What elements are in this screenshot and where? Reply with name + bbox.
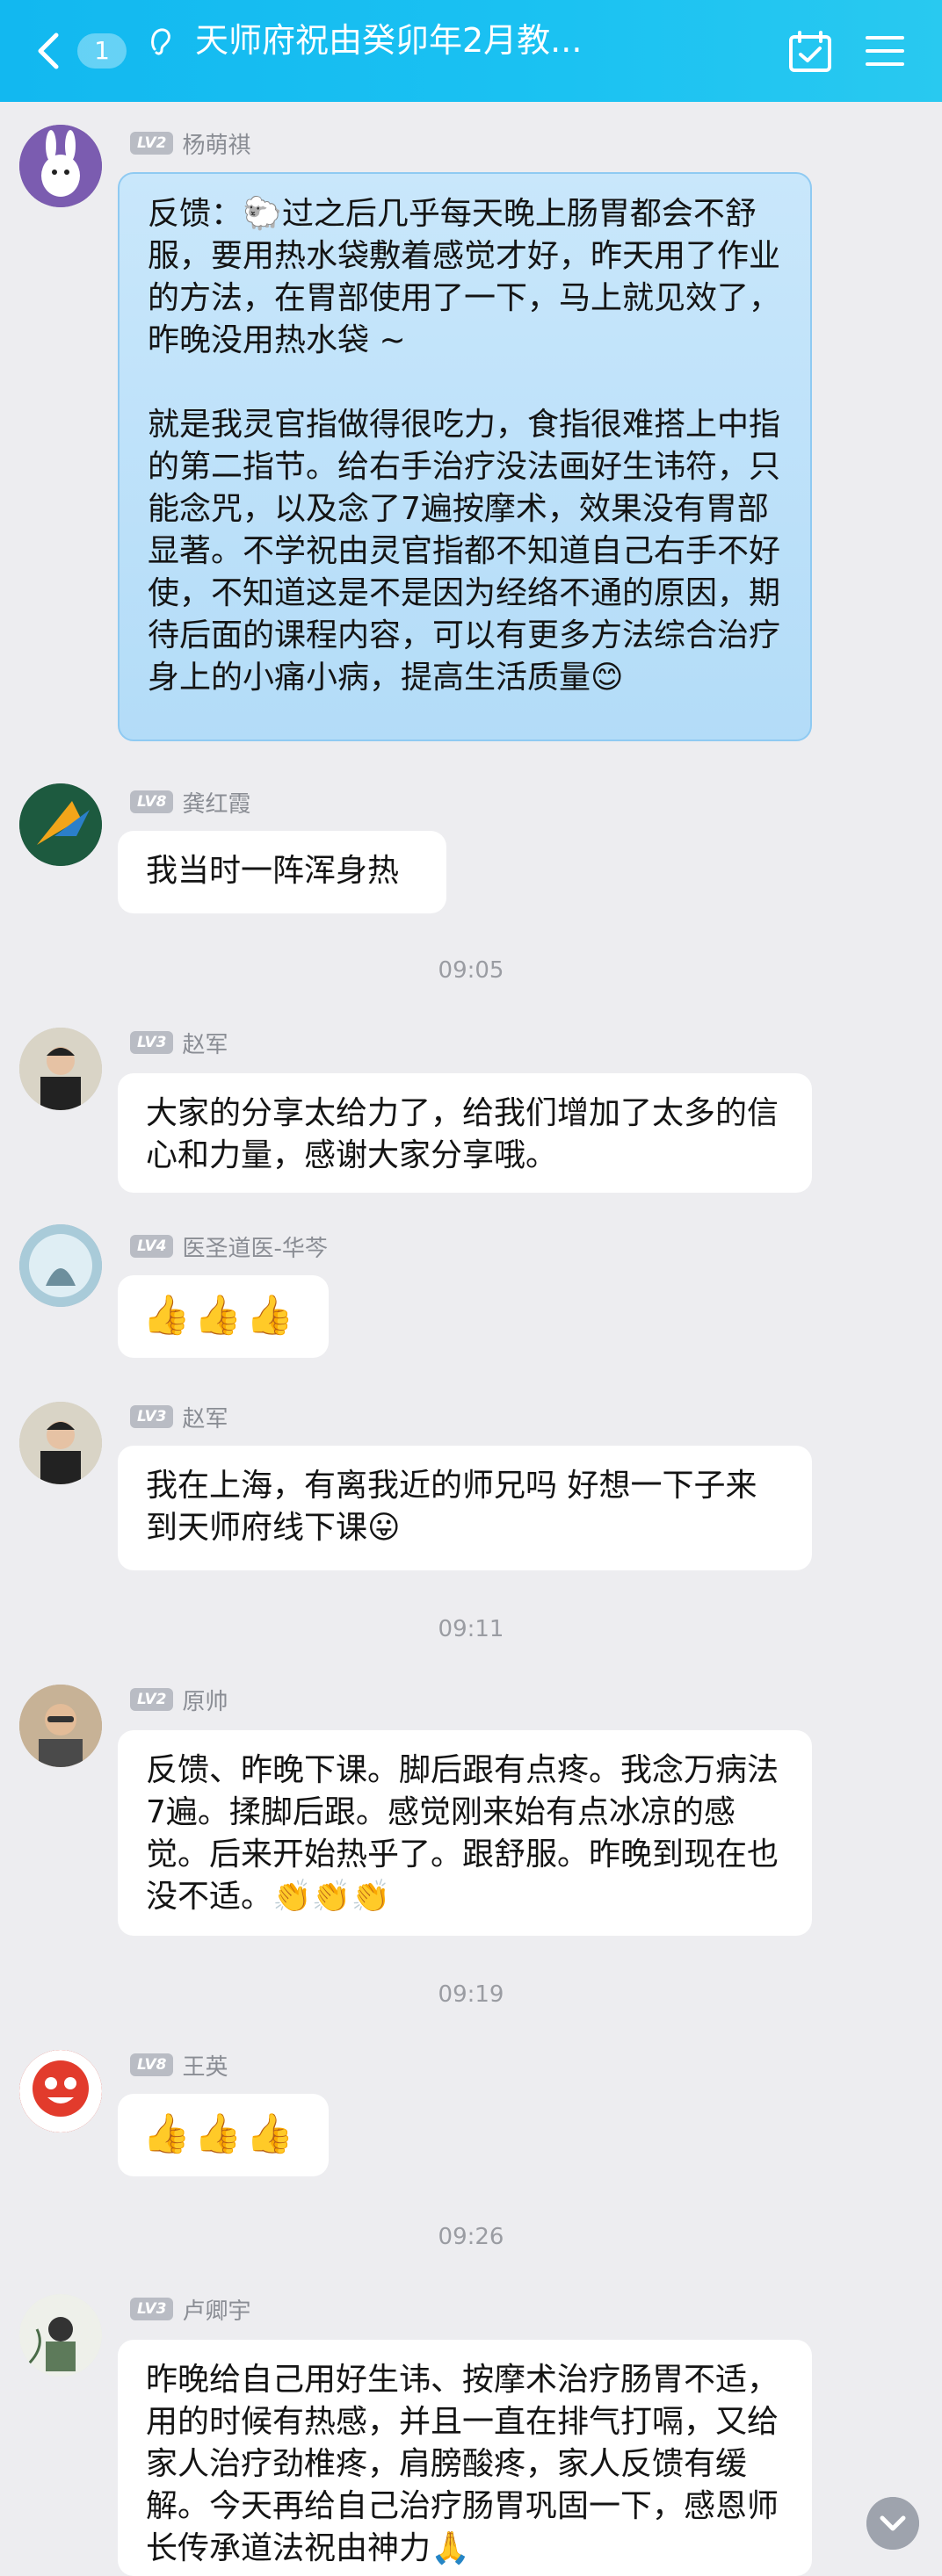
chat-header: 1 天师府祝由癸卯年2月教... <box>0 0 942 102</box>
level-badge: LV3 <box>130 1405 174 1428</box>
message-bubble[interactable]: 👍👍👍 <box>118 2094 329 2176</box>
sender-name[interactable]: 赵军 <box>182 1027 228 1059</box>
menu-icon[interactable] <box>865 33 905 69</box>
thumbs-up-icon: 👍👍👍 <box>142 2111 298 2156</box>
sender-name[interactable]: 卢卿宇 <box>182 2293 250 2326</box>
back-arrow-icon[interactable] <box>32 30 67 72</box>
avatar[interactable] <box>19 2294 102 2377</box>
message-bubble[interactable]: 我当时一阵浑身热 <box>118 831 446 913</box>
avatar[interactable] <box>19 1685 102 1767</box>
sender-meta: LV2 杨萌祺 <box>130 127 251 160</box>
scroll-down-icon[interactable] <box>866 2497 919 2550</box>
sender-name[interactable]: 医圣道医-华芩 <box>182 1230 327 1263</box>
avatar[interactable] <box>19 2050 102 2132</box>
level-badge: LV8 <box>130 790 174 813</box>
calendar-check-icon[interactable] <box>787 30 833 74</box>
sender-name[interactable]: 原帅 <box>182 1684 228 1716</box>
sender-meta: LV2 原帅 <box>130 1684 228 1716</box>
timestamp: 09:19 <box>438 1981 504 2008</box>
sender-meta: LV3 赵军 <box>130 1402 228 1432</box>
message-text: 反馈：🐑过之后几乎每天晚上肠胃都会不舒服，要用热水袋敷着感觉才好，昨天用了作业的… <box>148 196 781 696</box>
ear-icon <box>151 28 170 55</box>
sender-meta: LV3 卢卿宇 <box>130 2293 251 2326</box>
message-bubble[interactable]: 👍👍👍 <box>118 1275 329 1358</box>
level-badge: LV4 <box>130 1235 174 1258</box>
message-text: 昨晚给自己用好生讳、按摩术治疗肠胃不适，用的时候有热感，并且一直在排气打嗝，又给… <box>146 2362 779 2566</box>
avatar[interactable] <box>19 1224 102 1307</box>
sender-meta: LV8 龚红霞 <box>130 786 251 819</box>
sender-meta: LV4 医圣道医-华芩 <box>130 1230 328 1263</box>
timestamp: 09:11 <box>438 1616 504 1642</box>
sender-name[interactable]: 王英 <box>182 2049 228 2082</box>
avatar[interactable] <box>19 1028 102 1110</box>
sender-name[interactable]: 赵军 <box>182 1401 228 1433</box>
level-badge: LV8 <box>130 2053 174 2076</box>
unread-count-badge[interactable]: 1 <box>77 33 127 69</box>
message-bubble[interactable]: 大家的分享太给力了，给我们增加了太多的信心和力量，感谢大家分享哦。 <box>118 1073 812 1193</box>
avatar[interactable] <box>19 1402 102 1484</box>
chat-title: 天师府祝由癸卯年2月教... <box>195 21 583 60</box>
level-badge: LV3 <box>130 2298 174 2320</box>
timestamp: 09:26 <box>438 2224 504 2250</box>
message-bubble[interactable]: 反馈：🐑过之后几乎每天晚上肠胃都会不舒服，要用热水袋敷着感觉才好，昨天用了作业的… <box>118 172 812 741</box>
level-badge: LV2 <box>130 1688 174 1711</box>
sender-name[interactable]: 龚红霞 <box>182 786 250 819</box>
sender-meta: LV3 赵军 <box>130 1027 228 1059</box>
thumbs-up-icon: 👍👍👍 <box>142 1293 298 1338</box>
message-text: 我在上海，有离我近的师兄吗 好想一下子来到天师府线下课😛 <box>146 1468 757 1546</box>
level-badge: LV3 <box>130 1031 174 1054</box>
message-bubble[interactable]: 昨晚给自己用好生讳、按摩术治疗肠胃不适，用的时候有热感，并且一直在排气打嗝，又给… <box>118 2340 812 2576</box>
message-text: 我当时一阵浑身热 <box>146 853 400 889</box>
avatar[interactable] <box>19 125 102 207</box>
message-bubble[interactable]: 我在上海，有离我近的师兄吗 好想一下子来到天师府线下课😛 <box>118 1446 812 1570</box>
timestamp: 09:05 <box>438 957 504 984</box>
avatar[interactable] <box>19 783 102 866</box>
sender-name[interactable]: 杨萌祺 <box>182 127 250 160</box>
level-badge: LV2 <box>130 132 174 155</box>
message-text: 大家的分享太给力了，给我们增加了太多的信心和力量，感谢大家分享哦。 <box>146 1095 779 1173</box>
message-text: 反馈、昨晚下课。脚后跟有点疼。我念万病法7遍。揉脚后跟。感觉刚来始有点冰凉的感觉… <box>146 1752 779 1915</box>
message-bubble[interactable]: 反馈、昨晚下课。脚后跟有点疼。我念万病法7遍。揉脚后跟。感觉刚来始有点冰凉的感觉… <box>118 1730 812 1936</box>
sender-meta: LV8 王英 <box>130 2049 228 2082</box>
